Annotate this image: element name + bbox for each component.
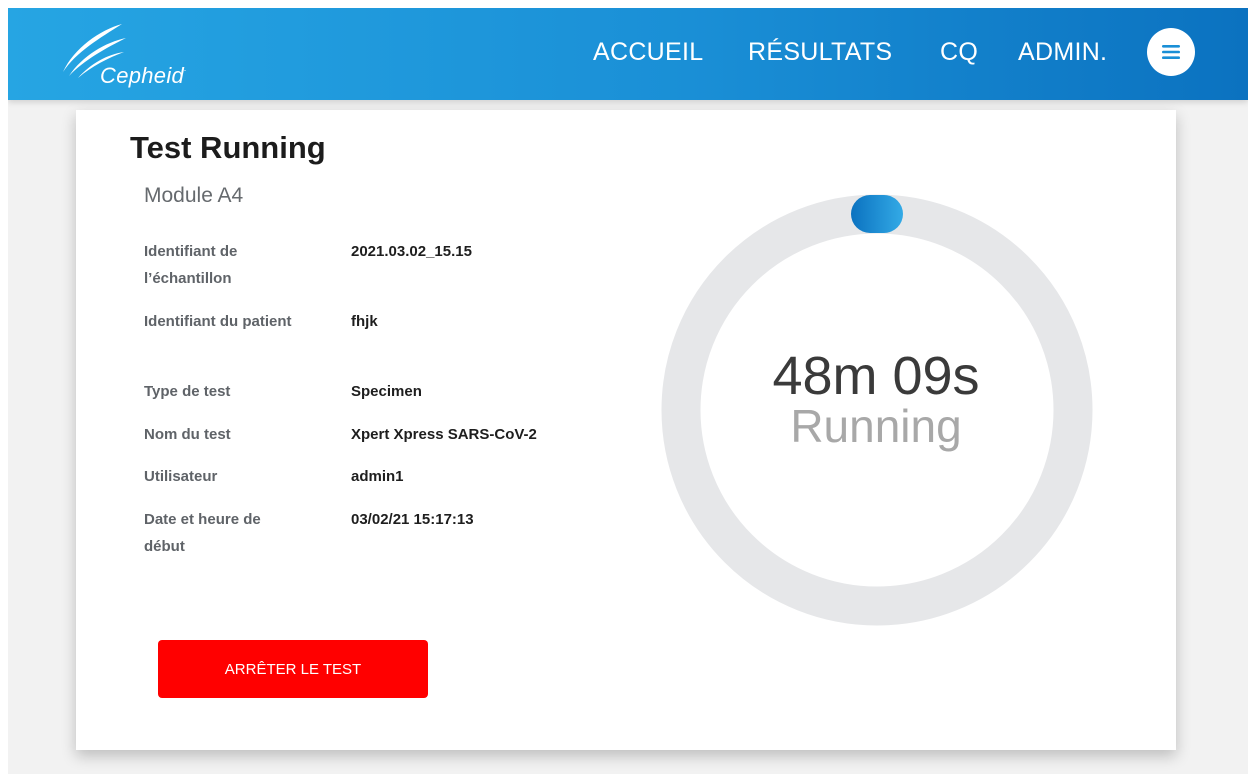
start-datetime-value: 03/02/21 15:17:13 xyxy=(351,511,474,528)
page-title: Test Running xyxy=(130,130,326,165)
sample-id-value: 2021.03.02_15.15 xyxy=(351,243,472,260)
patient-id-value: fhjk xyxy=(351,313,378,330)
test-type-label: Type de test xyxy=(144,383,231,400)
nav-qc[interactable]: CQ xyxy=(940,38,978,67)
nav-results[interactable]: RÉSULTATS xyxy=(748,38,892,67)
brand-name: Cepheid. xyxy=(100,63,187,88)
user-value: admin1 xyxy=(351,468,404,485)
progress-ring-indicator xyxy=(851,195,903,233)
nav-admin[interactable]: ADMIN. xyxy=(1018,38,1107,67)
cepheid-logo[interactable]: Cepheid. xyxy=(60,22,210,88)
test-name-value: Xpert Xpress SARS-CoV-2 xyxy=(351,426,537,443)
elapsed-time: 48m 09s xyxy=(772,346,980,406)
menu-button[interactable] xyxy=(1147,28,1195,76)
hamburger-menu-icon xyxy=(1162,45,1180,59)
test-type-value: Specimen xyxy=(351,383,422,400)
app-screen: Cepheid. ACCUEIL RÉSULTATS CQ ADMIN. Tes… xyxy=(8,8,1248,774)
test-status: Running xyxy=(790,400,962,452)
nav-home[interactable]: ACCUEIL xyxy=(593,38,703,67)
stop-test-button[interactable]: ARRÊTER LE TEST xyxy=(158,640,428,698)
user-label: Utilisateur xyxy=(144,468,218,485)
start-datetime-label: Date et heure de début xyxy=(144,511,261,555)
test-name-label: Nom du test xyxy=(144,426,231,443)
patient-id-label: Identifiant du patient xyxy=(144,313,292,330)
top-navigation-bar: Cepheid. ACCUEIL RÉSULTATS CQ ADMIN. xyxy=(8,8,1248,100)
test-running-card: Test Running Module A4 Identifiant de l’… xyxy=(76,110,1176,750)
sample-id-label: Identifiant de l’échantillon xyxy=(144,243,238,287)
module-name: Module A4 xyxy=(144,184,244,207)
